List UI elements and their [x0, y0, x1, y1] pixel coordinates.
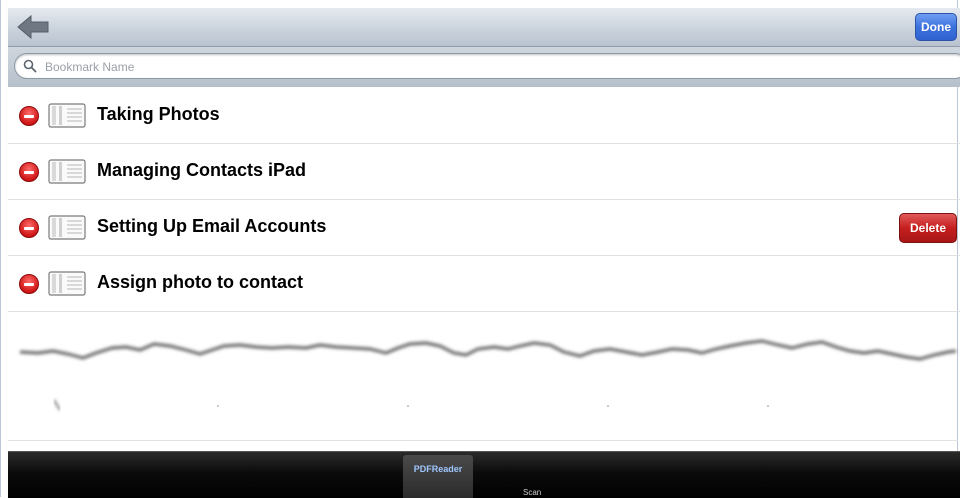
bookmark-label: Assign photo to contact	[97, 272, 303, 292]
divider	[8, 440, 958, 441]
minus-circle-icon[interactable]	[19, 218, 39, 238]
bookmark-row[interactable]: Assign photo to contact	[8, 256, 960, 312]
search-icon	[23, 59, 37, 73]
done-button[interactable]: Done	[915, 13, 957, 41]
book-icon	[48, 271, 86, 296]
search-input[interactable]	[43, 56, 927, 78]
book-icon	[48, 103, 86, 128]
bookmark-list: Taking Photos Managing Contacts iPad Set…	[8, 88, 960, 312]
delete-button[interactable]: Delete	[899, 213, 957, 243]
minus-circle-icon[interactable]	[19, 162, 39, 182]
minus-circle-icon[interactable]	[19, 274, 39, 294]
bookmark-label: Managing Contacts iPad	[97, 160, 307, 180]
tab-pdfreader-label: PDFReader	[413, 464, 463, 474]
tab-scan[interactable]: Scan	[523, 488, 541, 497]
tab-pdfreader[interactable]: PDFReader	[403, 455, 473, 498]
bookmark-label: Taking Photos	[97, 104, 220, 124]
tab-bar: PDFReader Scan	[8, 451, 960, 498]
torn-edge-graphic	[19, 339, 957, 411]
bookmark-row[interactable]: Setting Up Email Accounts Delete	[8, 200, 960, 256]
book-icon	[48, 159, 86, 184]
search-bar	[8, 47, 960, 87]
bookmark-row[interactable]: Managing Contacts iPad	[8, 144, 960, 200]
back-arrow-icon[interactable]	[16, 14, 50, 40]
search-field[interactable]	[14, 53, 960, 79]
book-icon	[48, 215, 86, 240]
bookmark-label: Setting Up Email Accounts	[97, 216, 327, 236]
minus-circle-icon[interactable]	[19, 106, 39, 126]
navigation-bar: Done	[8, 8, 960, 47]
bookmark-row[interactable]: Taking Photos	[8, 88, 960, 144]
